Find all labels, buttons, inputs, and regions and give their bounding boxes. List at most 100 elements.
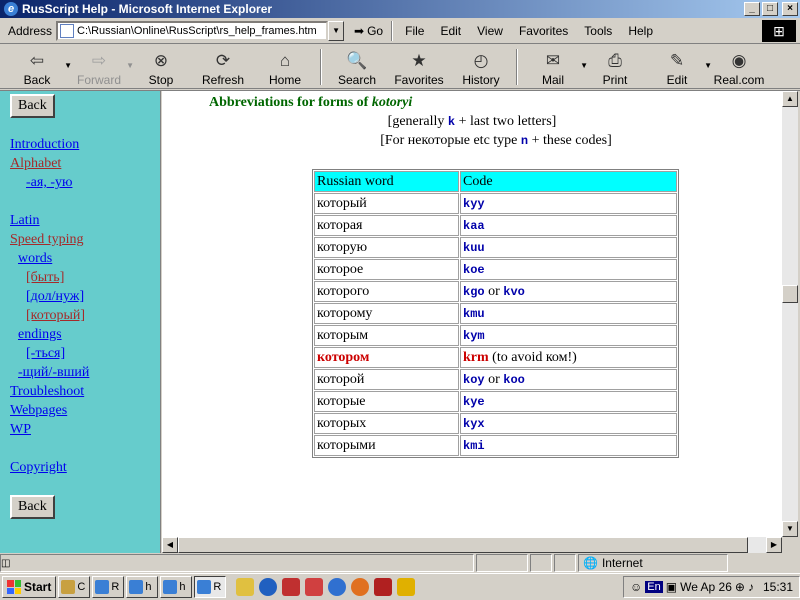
edit-button[interactable]: ✎ Edit ▼ — [646, 47, 712, 87]
vertical-scrollbar[interactable]: ▲ ▼ — [782, 91, 798, 537]
windows-logo-icon: ⊞ — [762, 20, 796, 42]
quicklaunch-ie-icon[interactable] — [328, 578, 347, 596]
menu-favorites[interactable]: Favorites — [519, 24, 568, 38]
nav-link-wp[interactable]: WP — [10, 422, 31, 437]
address-dropdown-button[interactable]: ▼ — [328, 20, 345, 41]
nav-link-item[interactable]: [дол/нуж] — [26, 289, 84, 304]
table-row: которое koe — [314, 259, 677, 280]
refresh-button[interactable]: ⟳ Refresh — [192, 47, 254, 87]
search-button[interactable]: 🔍 Search — [326, 47, 388, 87]
horizontal-scrollbar[interactable]: ◀ ▶ — [162, 537, 782, 553]
tray-language[interactable]: En — [645, 581, 663, 593]
code-value: kye — [463, 394, 485, 409]
history-button[interactable]: ◴ History — [450, 47, 512, 87]
code-value: kmi — [463, 438, 485, 453]
quicklaunch-app3-icon[interactable] — [374, 578, 393, 596]
nav-link-webpages[interactable]: Webpages — [10, 403, 67, 418]
menu-view[interactable]: View — [477, 24, 503, 38]
code-cell: kmu — [460, 303, 677, 324]
tray-network-icon[interactable]: ⊕ — [735, 580, 745, 594]
real-com-button[interactable]: ◉ Real.com — [708, 47, 770, 87]
header-russian-word: Russian word — [314, 171, 459, 192]
taskbar-button[interactable]: C — [58, 576, 91, 598]
forward-arrow-icon: ⇨ — [91, 50, 107, 70]
mail-button[interactable]: ✉ Mail ▼ — [522, 47, 588, 87]
nav-link-latin[interactable]: Latin — [10, 213, 40, 228]
nav-link-endings[interactable]: endings — [18, 327, 62, 342]
favorites-icon: ★ — [411, 50, 427, 70]
go-button[interactable]: ➡ Go — [354, 24, 383, 38]
taskbar-button-active[interactable]: R — [194, 576, 227, 598]
minimize-button[interactable]: _ — [744, 2, 760, 16]
scroll-thumb[interactable] — [782, 285, 798, 303]
quicklaunch-firefox-icon[interactable] — [351, 578, 370, 596]
forward-button[interactable]: ⇨ Forward ▼ — [68, 47, 134, 87]
taskbar-button[interactable]: h — [160, 576, 193, 598]
quicklaunch-globe-icon[interactable] — [259, 578, 278, 596]
quicklaunch-desktop-icon[interactable] — [236, 578, 255, 596]
code-cell: kyy — [460, 193, 677, 214]
menu-bar: File Edit View Favorites Tools Help — [405, 24, 653, 38]
address-input[interactable]: C:\Russian\Online\RusScript\rs_help_fram… — [56, 20, 329, 41]
russian-word-cell: которой — [314, 369, 459, 390]
nav-link-item[interactable]: [быть] — [26, 270, 64, 285]
help-frame: Abbreviations for forms of kotoryi [gene… — [162, 91, 782, 537]
code-value: kym — [463, 328, 485, 343]
nav-link-item[interactable]: -ая, -ую — [26, 175, 72, 190]
tray-tools-icon[interactable]: ▣ — [666, 580, 677, 594]
quicklaunch-media-icon[interactable] — [397, 578, 416, 596]
back-button-top[interactable]: Back — [10, 94, 55, 118]
menu-edit[interactable]: Edit — [440, 24, 461, 38]
nav-link-item[interactable]: -щий/-вший — [18, 365, 89, 380]
taskbar-button[interactable]: R — [92, 576, 125, 598]
status-zone-cell: 🌐 Internet — [578, 554, 728, 572]
code-cell: kaa — [460, 215, 677, 236]
real-icon: ◉ — [731, 50, 747, 70]
nav-item: Copyright — [10, 458, 160, 477]
code-value: kaa — [463, 218, 485, 233]
quicklaunch-app2-icon[interactable] — [305, 578, 324, 596]
back-button-bottom[interactable]: Back — [10, 495, 55, 519]
russian-word-cell: которыми — [314, 435, 459, 456]
menu-help[interactable]: Help — [628, 24, 653, 38]
nav-link-speed-typing[interactable]: Speed typing — [10, 232, 84, 247]
scroll-up-button[interactable]: ▲ — [782, 91, 798, 107]
menu-file[interactable]: File — [405, 24, 424, 38]
window-controls: _ □ × — [744, 2, 798, 16]
forward-label: Forward — [76, 72, 121, 87]
code-cell: koy or koo — [460, 369, 677, 390]
nav-link-troubleshoot[interactable]: Troubleshoot — [10, 384, 84, 399]
tray-speaker-icon[interactable]: ♪ — [748, 580, 754, 594]
status-text-cell: ◫ — [0, 554, 474, 572]
horizontal-scroll-thumb[interactable] — [178, 537, 748, 553]
quicklaunch-app-icon[interactable] — [282, 578, 301, 596]
close-button[interactable]: × — [782, 2, 798, 16]
window-titlebar[interactable]: e RusScript Help - Microsoft Internet Ex… — [0, 0, 800, 18]
start-button[interactable]: Start — [2, 576, 57, 598]
print-label: Print — [602, 72, 628, 87]
scroll-down-button[interactable]: ▼ — [782, 521, 798, 537]
menu-tools[interactable]: Tools — [584, 24, 612, 38]
tray-smiley-icon[interactable]: ☺ — [630, 580, 642, 594]
nav-link-item[interactable]: [-ться] — [26, 346, 65, 361]
code-value: kmu — [463, 306, 485, 321]
nav-frame: Back Introduction Alphabet -ая, -ую Latin Sp… — [0, 91, 161, 553]
taskbar-button[interactable]: h — [126, 576, 159, 598]
toolbar-separator — [320, 48, 322, 85]
nav-link-introduction[interactable]: Introduction — [10, 137, 79, 152]
scroll-right-button[interactable]: ▶ — [766, 537, 782, 553]
nav-link-words[interactable]: words — [18, 251, 52, 266]
code-cell: kmi — [460, 435, 677, 456]
nav-link-alphabet[interactable]: Alphabet — [10, 156, 61, 171]
status-cell-b — [554, 554, 576, 572]
print-button[interactable]: ⎙ Print — [584, 47, 646, 87]
scroll-left-button[interactable]: ◀ — [162, 537, 178, 553]
nav-link-item[interactable]: [который] — [26, 308, 85, 323]
nav-link-copyright[interactable]: Copyright — [10, 460, 67, 475]
maximize-button[interactable]: □ — [762, 2, 778, 16]
home-button[interactable]: ⌂ Home — [254, 47, 316, 87]
back-button[interactable]: ⇦ Back ▼ — [6, 47, 72, 87]
nav-item: words — [10, 249, 160, 268]
favorites-button[interactable]: ★ Favorites — [388, 47, 450, 87]
stop-button[interactable]: ⊗ Stop — [130, 47, 192, 87]
